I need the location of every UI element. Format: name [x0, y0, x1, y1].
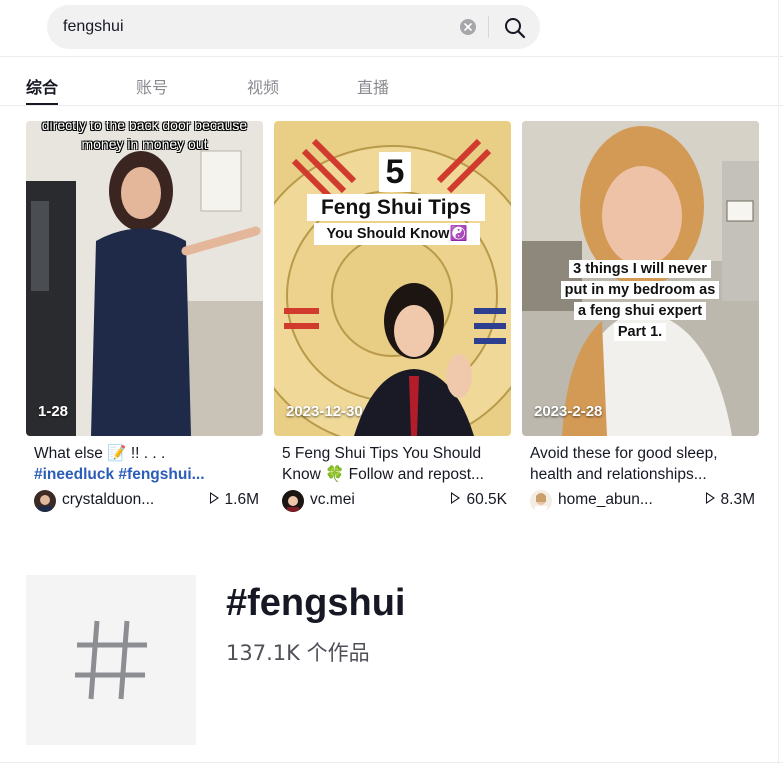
- video-meta: home_abun... 8.3M: [530, 489, 755, 513]
- hashtag-title[interactable]: #fengshui: [226, 582, 405, 625]
- bottom-divider: [0, 762, 783, 763]
- caption-line: a feng shui expert: [573, 302, 707, 320]
- author-name[interactable]: home_abun...: [558, 491, 688, 509]
- video-meta: crystalduon... 1.6M: [34, 489, 259, 513]
- caption-line: put in my bedroom as: [560, 281, 720, 299]
- avatar-image: [34, 490, 56, 512]
- search-button[interactable]: [499, 13, 529, 41]
- hashtag-link[interactable]: #ineedluck #fengshui...: [34, 466, 205, 483]
- author-name[interactable]: crystalduon...: [62, 491, 192, 509]
- play-count: 60.5K: [451, 491, 507, 509]
- header-divider: [0, 56, 783, 57]
- search-results-page: 综合 账号 视频 直播 directly to the back door be…: [0, 0, 783, 764]
- tab-general[interactable]: 综合: [26, 74, 58, 98]
- clear-search-button[interactable]: [460, 19, 476, 35]
- video-thumbnail[interactable]: directly to the back door because money …: [26, 121, 263, 436]
- video-thumbnail[interactable]: 5 Feng Shui Tips You Should Know☯️ 2023-…: [274, 121, 511, 436]
- video-date: 2023-2-28: [534, 403, 603, 420]
- avatar[interactable]: [530, 490, 552, 512]
- tab-videos[interactable]: 视频: [247, 74, 279, 98]
- video-description[interactable]: 5 Feng Shui Tips You Should Know 🍀 Follo…: [282, 443, 507, 485]
- thumbnail-title: Feng Shui Tips: [307, 194, 485, 221]
- hashtag-icon: [75, 620, 147, 700]
- hashtag-video-count: 137.1K 个作品: [226, 641, 370, 665]
- video-card[interactable]: 5 Feng Shui Tips You Should Know☯️ 2023-…: [274, 121, 511, 512]
- search-bar: [47, 5, 540, 49]
- close-icon: [464, 23, 472, 31]
- video-date: 1-28: [38, 403, 69, 420]
- play-count-value: 8.3M: [720, 491, 755, 508]
- tabs-divider: [0, 105, 783, 106]
- description-text: What else 📝 !! . . .: [34, 445, 166, 462]
- video-description[interactable]: Avoid these for good sleep, health and r…: [530, 443, 755, 485]
- tab-accounts[interactable]: 账号: [136, 74, 168, 98]
- thumbnail-number: 5: [379, 152, 411, 192]
- video-thumbnail-image: [26, 121, 263, 436]
- play-count-value: 1.6M: [224, 491, 259, 508]
- play-icon: [209, 492, 219, 504]
- video-date: 2023-12-30: [286, 403, 363, 420]
- hashtag-cover[interactable]: [26, 575, 196, 745]
- thumbnail-caption: directly to the back door because money …: [41, 121, 248, 152]
- search-icon: [505, 18, 526, 39]
- search-divider: [488, 16, 489, 38]
- caption-line: Part 1.: [613, 323, 667, 341]
- avatar-image: [530, 490, 552, 512]
- avatar[interactable]: [282, 490, 304, 512]
- play-icon: [705, 492, 715, 504]
- avatar-image: [282, 490, 304, 512]
- video-card[interactable]: 3 things I will never put in my bedroom …: [522, 121, 759, 512]
- play-count: 1.6M: [209, 491, 259, 509]
- author-name[interactable]: vc.mei: [310, 491, 440, 509]
- scrollbar-edge: [778, 0, 779, 764]
- video-meta: vc.mei 60.5K: [282, 489, 507, 513]
- play-icon: [451, 492, 461, 504]
- video-thumbnail[interactable]: 3 things I will never put in my bedroom …: [522, 121, 759, 436]
- caption-line: 3 things I will never: [569, 260, 711, 278]
- thumbnail-caption: 3 things I will never put in my bedroom …: [552, 259, 728, 343]
- video-card[interactable]: directly to the back door because money …: [26, 121, 263, 512]
- play-count: 8.3M: [705, 491, 755, 509]
- video-description[interactable]: What else 📝 !! . . . #ineedluck #fengshu…: [34, 443, 259, 485]
- tab-live[interactable]: 直播: [357, 74, 389, 98]
- play-count-value: 60.5K: [466, 491, 507, 508]
- thumbnail-subtitle: You Should Know☯️: [314, 223, 480, 245]
- search-input[interactable]: [63, 5, 453, 49]
- avatar[interactable]: [34, 490, 56, 512]
